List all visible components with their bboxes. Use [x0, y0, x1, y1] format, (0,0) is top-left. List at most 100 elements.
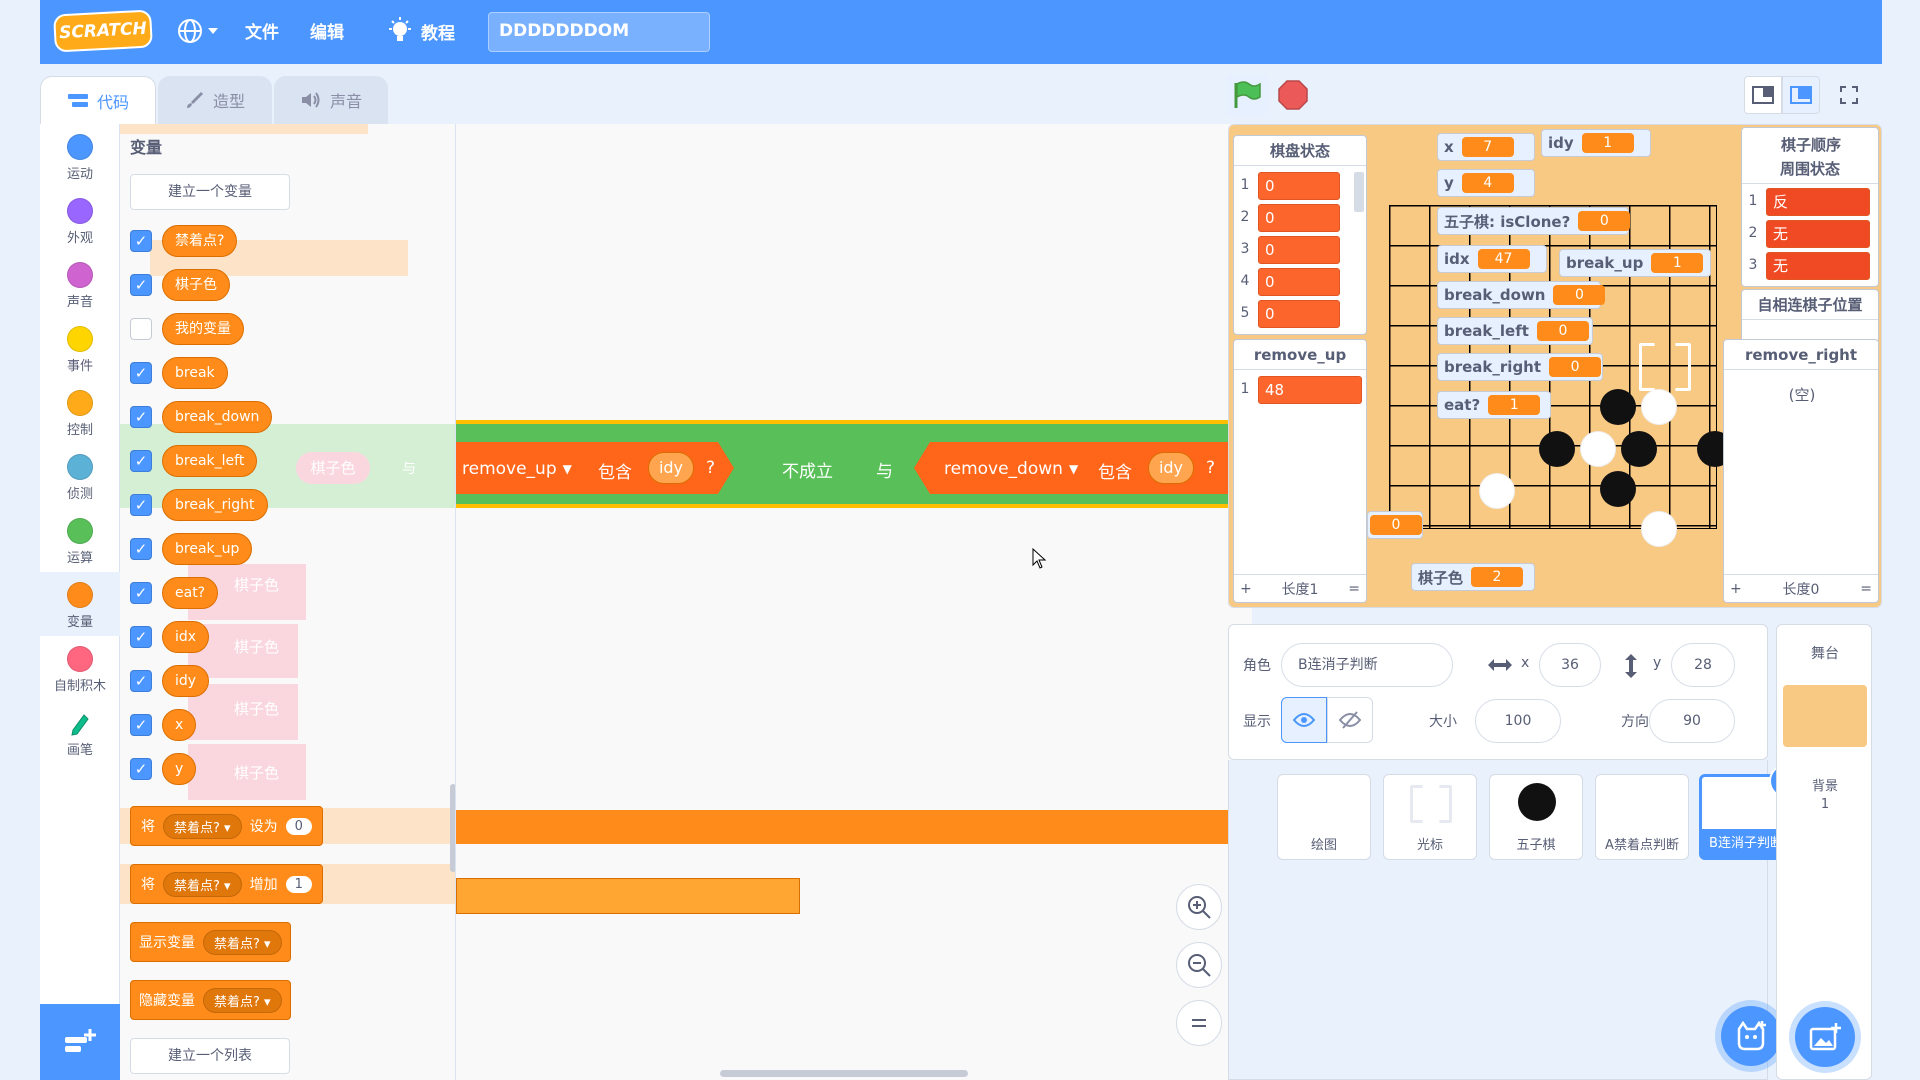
variable-checkbox[interactable]: ✓ — [130, 538, 152, 560]
variable-dropdown[interactable]: 禁着点? ▾ — [203, 987, 282, 1013]
variable-checkbox[interactable]: ✓ — [130, 406, 152, 428]
variable-reporter[interactable]: break_left — [162, 445, 258, 477]
show-variable-block[interactable]: 显示变量 禁着点? ▾ — [130, 922, 291, 962]
large-stage-button[interactable] — [1782, 76, 1820, 114]
stage-target-panel[interactable]: 舞台 背景 1 — [1776, 624, 1872, 1080]
variable-dropdown[interactable]: 禁着点? ▾ — [203, 929, 282, 955]
variable-reporter[interactable]: idx — [162, 621, 210, 653]
make-list-button[interactable]: 建立一个列表 — [130, 1038, 290, 1074]
category-events[interactable]: 事件 — [40, 316, 120, 380]
category-motion[interactable]: 运动 — [40, 124, 120, 188]
show-sprite-button[interactable] — [1281, 697, 1327, 743]
variable-monitor-x[interactable]: x7 — [1437, 133, 1535, 161]
tab-costumes[interactable]: 造型 — [158, 76, 272, 124]
y-input[interactable]: 28 — [1671, 643, 1735, 687]
variable-monitor-break-up[interactable]: break_up 1 — [1559, 249, 1711, 277]
sprite-thumb[interactable]: A禁着点判断 — [1595, 774, 1689, 860]
value-input[interactable]: 1 — [285, 875, 312, 893]
variable-reporter[interactable]: break_right — [162, 489, 268, 521]
list-monitor-board-state[interactable]: 棋盘状态 10 20 30 40 50 — [1233, 135, 1367, 335]
variable-monitor-isclone[interactable]: 五子棋: isClone? 0 — [1437, 207, 1631, 235]
category-my-blocks[interactable]: 自制积木 — [40, 636, 120, 700]
script-workspace[interactable]: 不成立 与 remove_up ▼ 包含 idy ? remove_down ▼ 包… — [456, 124, 1252, 1080]
variable-reporter[interactable]: idy — [1148, 452, 1194, 484]
category-control[interactable]: 控制 — [40, 380, 120, 444]
zoom-in-button[interactable] — [1176, 884, 1222, 930]
zoom-reset-button[interactable] — [1176, 1000, 1222, 1046]
category-sound[interactable]: 声音 — [40, 252, 120, 316]
variable-reporter[interactable]: idy — [648, 452, 694, 484]
variable-checkbox[interactable]: ✓ — [130, 450, 152, 472]
list-monitor-piece-order[interactable]: 棋子顺序 周围状态 1反 2无 3无 — [1741, 127, 1879, 287]
variable-checkbox[interactable] — [130, 318, 152, 340]
variable-dropdown[interactable]: 禁着点? ▾ — [163, 871, 242, 897]
stop-button[interactable] — [1276, 78, 1310, 112]
variable-reporter[interactable]: eat? — [162, 577, 219, 609]
category-looks[interactable]: 外观 — [40, 188, 120, 252]
variable-monitor-idy[interactable]: idy 1 — [1541, 129, 1651, 157]
resize-handle[interactable]: = — [1348, 581, 1360, 597]
variable-dropdown[interactable]: 禁着点? ▾ — [163, 813, 242, 839]
variable-checkbox[interactable]: ✓ — [130, 626, 152, 648]
category-sensing[interactable]: 侦测 — [40, 444, 120, 508]
variable-block-edge[interactable] — [456, 878, 800, 914]
zoom-out-button[interactable] — [1176, 942, 1222, 988]
hide-variable-block[interactable]: 隐藏变量 禁着点? ▾ — [130, 980, 291, 1020]
list-monitor-remove-right[interactable]: remove_right (空) + 长度0 = — [1723, 339, 1879, 603]
add-backdrop-button[interactable] — [1795, 1007, 1855, 1067]
variable-monitor-idx[interactable]: idx 47 — [1437, 245, 1547, 273]
sprite-thumb[interactable]: 光标 — [1383, 774, 1477, 860]
variable-checkbox[interactable]: ✓ — [130, 274, 152, 296]
change-variable-block[interactable]: 将 禁着点? ▾ 增加 1 — [130, 864, 323, 904]
variable-reporter[interactable]: 我的变量 — [162, 313, 244, 345]
variable-reporter[interactable]: break_down — [162, 401, 273, 433]
variable-reporter[interactable]: y — [162, 753, 197, 785]
sprite-thumb[interactable]: 绘图 — [1277, 774, 1371, 860]
variable-checkbox[interactable]: ✓ — [130, 494, 152, 516]
small-stage-button[interactable] — [1744, 76, 1782, 114]
make-variable-button[interactable]: 建立一个变量 — [130, 174, 290, 210]
direction-input[interactable]: 90 — [1649, 699, 1735, 743]
variable-checkbox[interactable]: ✓ — [130, 230, 152, 252]
extensions-button[interactable] — [40, 1004, 120, 1080]
category-operators[interactable]: 运算 — [40, 508, 120, 572]
variable-block-edge[interactable] — [456, 810, 1246, 844]
variable-reporter[interactable]: break_up — [162, 533, 253, 565]
list-dropdown[interactable]: remove_up ▼ — [462, 454, 572, 484]
backdrop-thumbnail[interactable] — [1783, 685, 1867, 747]
stage-canvas[interactable]: 棋盘状态 10 20 30 40 50 remove_up 1 48 + 长度1 = … — [1228, 124, 1882, 608]
add-item-button[interactable]: + — [1730, 581, 1742, 597]
file-menu[interactable]: 文件 — [245, 18, 279, 43]
variable-reporter[interactable]: 棋子色 — [162, 269, 230, 301]
variable-checkbox[interactable]: ✓ — [130, 758, 152, 780]
set-variable-block[interactable]: 将 禁着点? ▾ 设为 0 — [130, 806, 323, 846]
list-dropdown[interactable]: remove_down ▼ — [944, 454, 1078, 484]
variable-monitor-break-right[interactable]: break_right 0 — [1437, 353, 1603, 381]
variable-monitor-unnamed[interactable]: 0 — [1367, 511, 1423, 539]
edit-menu[interactable]: 编辑 — [310, 18, 344, 43]
tab-sounds[interactable]: 声音 — [274, 76, 388, 124]
workspace-hscrollbar[interactable] — [720, 1070, 968, 1077]
list-monitor-self-connect[interactable]: 自相连棋子位置 158 — [1741, 289, 1879, 343]
variable-monitor-y[interactable]: y4 — [1437, 169, 1535, 197]
project-title-input[interactable]: DDDDDDDOM — [488, 12, 710, 52]
category-variables[interactable]: 变量 — [40, 572, 120, 636]
variable-reporter[interactable]: idy — [162, 665, 210, 697]
add-sprite-button[interactable] — [1721, 1006, 1781, 1066]
language-menu[interactable] — [176, 16, 222, 46]
size-input[interactable]: 100 — [1475, 699, 1561, 743]
x-input[interactable]: 36 — [1539, 643, 1601, 687]
variable-checkbox[interactable]: ✓ — [130, 670, 152, 692]
variable-reporter[interactable]: 禁着点? — [162, 225, 238, 257]
value-input[interactable]: 0 — [285, 817, 312, 835]
variable-reporter[interactable]: x — [162, 709, 197, 741]
fullscreen-button[interactable] — [1830, 76, 1868, 114]
green-flag-button[interactable] — [1226, 74, 1268, 116]
category-pen[interactable]: 画笔 — [40, 700, 120, 764]
list-scrollbar[interactable] — [1354, 172, 1364, 212]
scratch-logo[interactable]: SCRATCH — [53, 9, 153, 53]
sprite-thumb[interactable]: 五子棋 — [1489, 774, 1583, 860]
tab-code[interactable]: 代码 — [40, 76, 156, 124]
resize-handle[interactable]: = — [1860, 581, 1872, 597]
variable-checkbox[interactable]: ✓ — [130, 582, 152, 604]
